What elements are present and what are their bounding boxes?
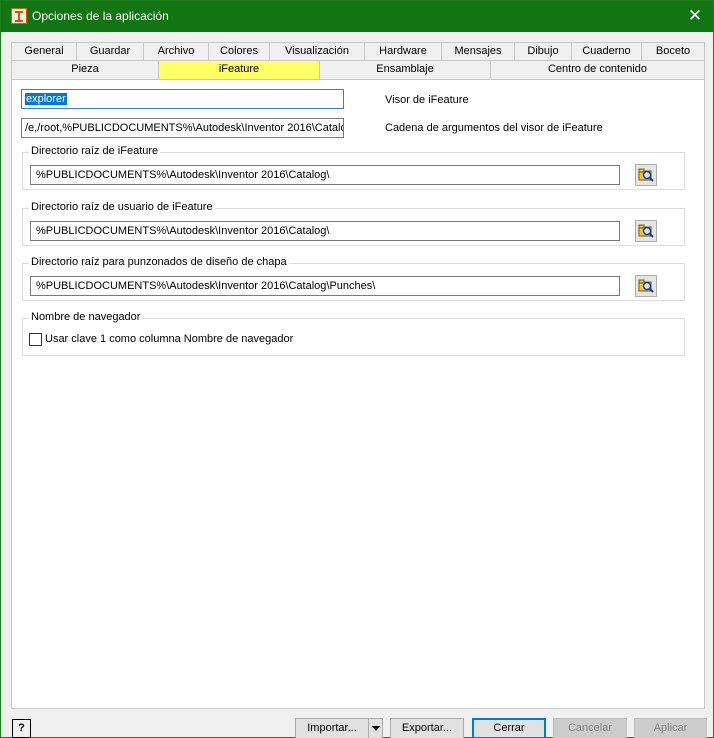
tab-cuaderno[interactable]: Cuaderno (571, 42, 642, 60)
ifeature-root-path-input[interactable]: %PUBLICDOCUMENTS%\Autodesk\Inventor 2016… (30, 165, 620, 185)
ifeature-root-group: Directorio raíz de iFeature %PUBLICDOCUM… (22, 145, 685, 190)
tab-mensajes[interactable]: Mensajes (441, 42, 515, 60)
tab-guardar[interactable]: Guardar (76, 42, 144, 60)
ifeature-user-root-path-input[interactable]: %PUBLICDOCUMENTS%\Autodesk\Inventor 2016… (30, 221, 620, 241)
window-title: Opciones de la aplicación (32, 9, 169, 23)
folder-search-icon (638, 168, 654, 182)
folder-search-icon (638, 224, 654, 238)
ifeature-user-root-title: Directorio raíz de usuario de iFeature (29, 201, 215, 213)
tab-dibujo[interactable]: Dibujo (514, 42, 572, 60)
ifeature-tab-panel: explorer Visor de iFeature /e,/root,%PUB… (11, 79, 705, 709)
sheetmetal-punch-root-title: Directorio raíz para punzonados de diseñ… (29, 256, 289, 268)
inventor-app-icon (11, 8, 27, 24)
import-dropdown-arrow[interactable] (368, 718, 383, 738)
viewer-selected-text: explorer (25, 93, 67, 105)
close-button[interactable]: Cerrar (472, 718, 546, 738)
export-button[interactable]: Exportar... (390, 718, 464, 738)
help-button[interactable]: ? (12, 719, 31, 738)
tab-boceto[interactable]: Boceto (641, 42, 705, 60)
tab-strip-row1: General Guardar Archivo Colores Visualiz… (11, 42, 705, 60)
cancel-button[interactable]: Cancelar (553, 718, 627, 738)
tab-ifeature[interactable]: iFeature (158, 60, 320, 79)
tab-strip-row2: Pieza iFeature Ensamblaje Centro de cont… (11, 60, 705, 79)
browse-root-button[interactable] (635, 164, 657, 186)
folder-search-icon (638, 279, 654, 293)
sheetmetal-punch-root-group: Directorio raíz para punzonados de diseñ… (22, 256, 685, 301)
tab-hardware[interactable]: Hardware (364, 42, 442, 60)
viewer-args-label: Cadena de argumentos del visor de iFeatu… (385, 122, 603, 134)
close-icon[interactable]: ✕ (685, 6, 705, 26)
ifeature-viewer-input[interactable]: explorer (21, 89, 344, 109)
tab-colores[interactable]: Colores (208, 42, 270, 60)
viewer-args-input[interactable]: /e,/root,%PUBLICDOCUMENTS%\Autodesk\Inve… (21, 118, 344, 138)
import-button[interactable]: Importar... (295, 718, 369, 738)
use-key1-label[interactable]: Usar clave 1 como columna Nombre de nave… (45, 333, 293, 345)
browse-user-root-button[interactable] (635, 220, 657, 242)
title-bar[interactable]: Opciones de la aplicación ✕ (1, 1, 713, 32)
ifeature-root-title: Directorio raíz de iFeature (29, 145, 161, 157)
ifeature-user-root-group: Directorio raíz de usuario de iFeature %… (22, 201, 685, 246)
tab-ensamblaje[interactable]: Ensamblaje (319, 60, 491, 79)
sheetmetal-punch-root-path-input[interactable]: %PUBLICDOCUMENTS%\Autodesk\Inventor 2016… (30, 276, 620, 296)
apply-button[interactable]: Aplicar (634, 718, 707, 738)
tab-centro-de-contenido[interactable]: Centro de contenido (490, 60, 705, 79)
tab-archivo[interactable]: Archivo (143, 42, 209, 60)
browse-punch-root-button[interactable] (635, 275, 657, 297)
browser-name-group: Nombre de navegador Usar clave 1 como co… (22, 311, 685, 356)
app-options-dialog: Opciones de la aplicación ✕ General Guar… (0, 0, 714, 738)
browser-name-title: Nombre de navegador (29, 311, 143, 323)
tab-pieza[interactable]: Pieza (11, 60, 159, 79)
use-key1-checkbox[interactable] (29, 333, 42, 346)
tab-general[interactable]: General (11, 42, 77, 60)
tab-visualizacion[interactable]: Visualización (269, 42, 365, 60)
ifeature-viewer-label: Visor de iFeature (385, 94, 469, 106)
